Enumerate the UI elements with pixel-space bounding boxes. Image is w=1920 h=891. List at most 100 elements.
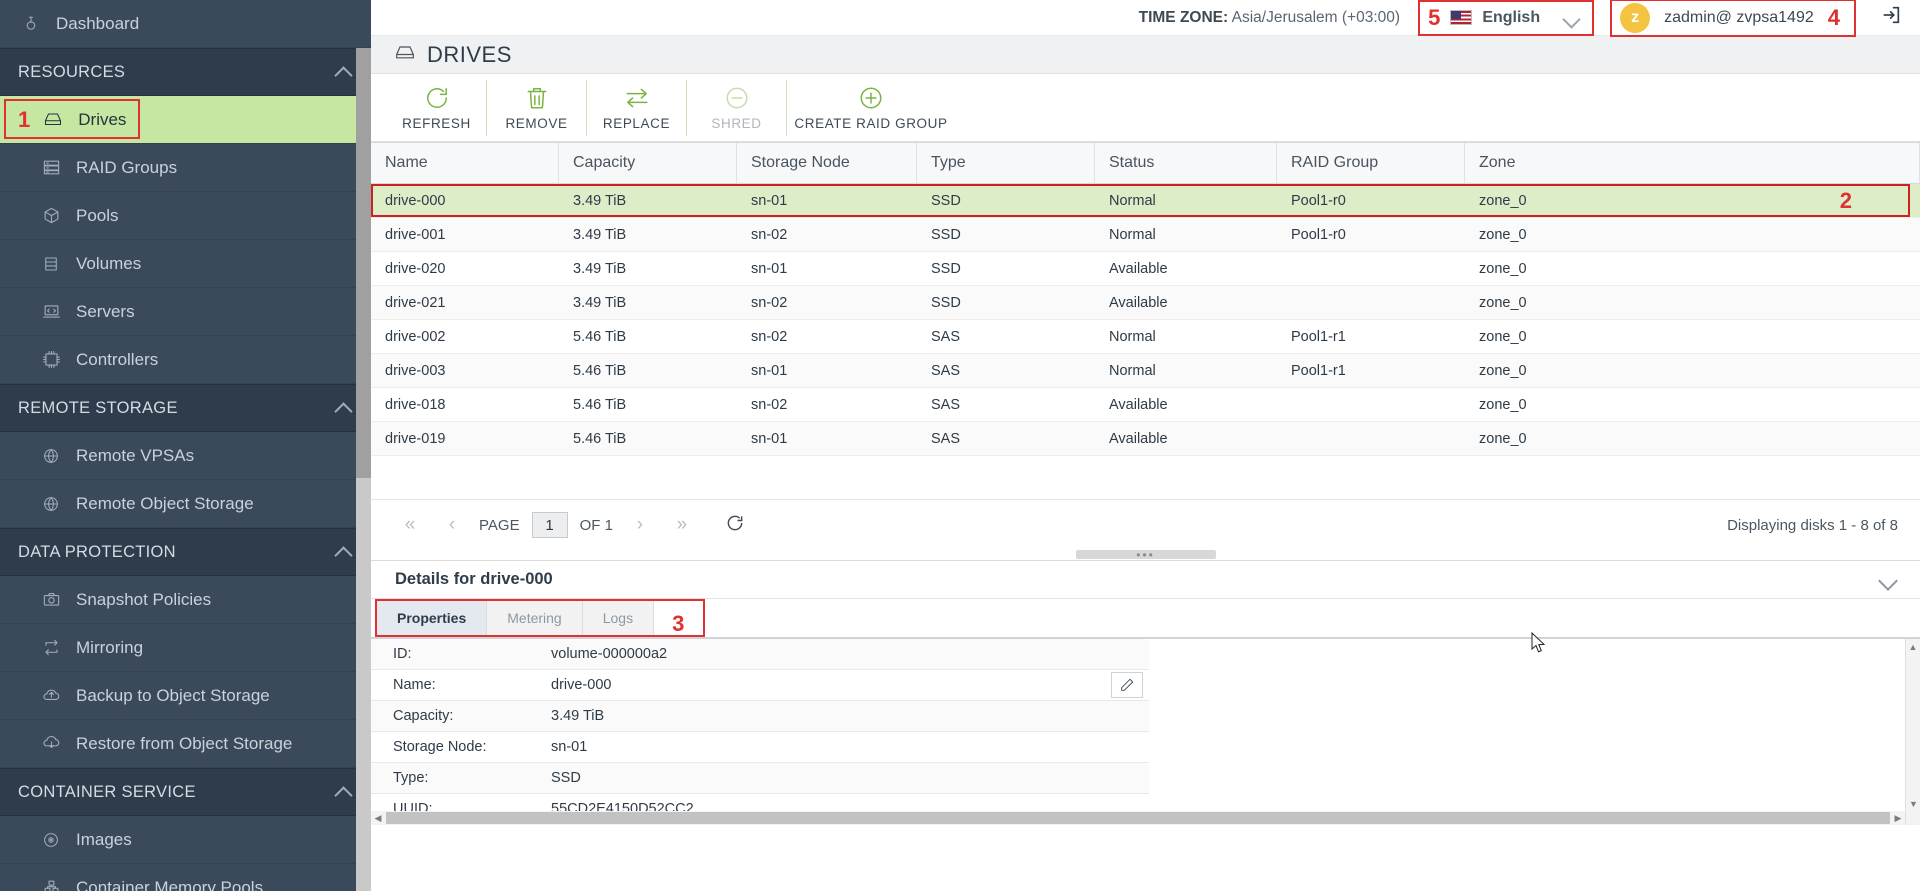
sidebar-scrollbar[interactable] [356,48,371,891]
sidebar-item-servers[interactable]: Servers [0,288,371,336]
toolbar-button-replace[interactable]: REPLACE [587,79,687,136]
cell-capacity: 3.49 TiB [573,226,627,243]
column-header-name[interactable]: Name [371,143,559,183]
sidebar-item-label: Restore from Object Storage [76,733,293,753]
table-row[interactable]: drive-001 3.49 TiB sn-02 SSD Normal Pool1-r0 z… [371,218,1920,252]
cell-zone: zone_0 [1479,226,1527,243]
scroll-up-icon[interactable]: ▲ [1906,639,1920,654]
toolbar-button-refresh[interactable]: REFRESH [387,79,487,136]
table-row[interactable]: drive-002 5.46 TiB sn-02 SAS Normal Pool1-r1 z… [371,320,1920,354]
language-label: English [1482,8,1541,26]
sidebar-group-label: CONTAINER SERVICE [18,782,196,801]
sidebar-group-remote-storage[interactable]: REMOTE STORAGE [0,384,371,432]
chevron-down-icon[interactable] [1880,574,1898,586]
language-selector[interactable]: 5 English [1418,0,1595,36]
refresh-icon[interactable] [725,513,745,538]
mirror-icon [38,638,64,658]
sidebar-item-remote-vpsas[interactable]: Remote VPSAs [0,432,371,480]
details-tabs-wrap: Properties Metering Logs 3 [371,599,1920,637]
cell-capacity: 3.49 TiB [573,260,627,277]
last-page-button[interactable]: » [661,508,703,542]
table-row[interactable]: drive-020 3.49 TiB sn-01 SSD Available zone_0 [371,252,1920,286]
annotation-3: 3 [672,611,685,636]
prev-page-button[interactable]: ‹ [431,508,473,542]
first-page-button[interactable]: « [389,508,431,542]
property-key: ID: [393,646,412,662]
cell-raid-group [1277,388,1465,421]
sidebar-item-container-memory-pools[interactable]: Container Memory Pools [0,864,371,891]
cell-capacity: 3.49 TiB [573,294,627,311]
edit-name-button[interactable] [1111,672,1143,698]
toolbar-button-create-raid-group[interactable]: CREATE RAID GROUP [787,80,955,136]
tab-metering[interactable]: Metering [487,601,583,635]
plus-circle-icon [858,85,884,111]
details-title: Details for drive-000 [395,570,553,588]
hscroll-thumb[interactable] [386,812,1890,824]
sidebar-item-images[interactable]: Images [0,816,371,864]
table-row[interactable]: drive-019 5.46 TiB sn-01 SAS Available zone_0 [371,422,1920,456]
panel-splitter[interactable]: ••• [371,549,1920,561]
sidebar-item-snapshot-policies[interactable]: Snapshot Policies [0,576,371,624]
scroll-left-icon[interactable]: ◀ [371,813,385,824]
globe-icon [38,494,64,514]
sidebar-group-container-service[interactable]: CONTAINER SERVICE [0,768,371,816]
properties-horizontal-scrollbar[interactable]: ◀ ▶ [371,811,1905,825]
sidebar-item-restore-from-object-storage[interactable]: Restore from Object Storage [0,720,371,768]
swap-icon [624,85,650,111]
sidebar-item-volumes[interactable]: Volumes [0,240,371,288]
tab-properties[interactable]: Properties [377,601,488,635]
raid-icon [38,158,64,178]
sidebar-item-remote-object-storage[interactable]: Remote Object Storage [0,480,371,528]
cell-zone: zone_0 [1479,396,1527,413]
user-menu[interactable]: z zadmin@ zvpsa1492 4 [1610,0,1856,37]
sidebar-item-pools[interactable]: Pools [0,192,371,240]
sidebar-group-resources[interactable]: RESOURCES [0,48,371,96]
tab-logs[interactable]: Logs [582,601,655,635]
sidebar-item-raid-groups[interactable]: RAID Groups [0,144,371,192]
table-row[interactable]: drive-021 3.49 TiB sn-02 SSD Available zone_0 [371,286,1920,320]
sidebar-item-controllers[interactable]: Controllers [0,336,371,384]
cube-icon [38,206,64,226]
cell-zone: zone_0 [1479,294,1527,311]
cell-name: drive-020 [385,260,446,277]
properties-vertical-scrollbar[interactable]: ▲ ▼ [1905,639,1920,825]
property-key: Capacity: [393,708,454,724]
mouse-cursor [1531,631,1547,659]
cell-status: Available [1109,260,1168,277]
cell-status: Available [1109,294,1168,311]
table-row[interactable]: drive-018 5.46 TiB sn-02 SAS Available zone_0 [371,388,1920,422]
sidebar-group-data-protection[interactable]: DATA PROTECTION [0,528,371,576]
sidebar-scrollbar-thumb[interactable] [356,48,371,478]
globe-icon [38,446,64,466]
table-row[interactable]: drive-000 3.49 TiB sn-01 SSD Normal Pool1-r0 z… [371,184,1920,218]
server-icon [38,302,64,322]
sidebar-item-label: Dashboard [56,13,140,33]
column-header-raid-group[interactable]: RAID Group [1277,143,1465,183]
sidebar-item-mirroring[interactable]: Mirroring [0,624,371,672]
cell-storage-node: sn-02 [751,226,788,243]
logout-icon[interactable] [1880,4,1902,31]
splitter-handle[interactable]: ••• [1075,549,1216,561]
column-header-type[interactable]: Type [917,143,1095,183]
column-header-zone[interactable]: Zone [1465,143,1920,183]
next-page-button[interactable]: › [619,508,661,542]
scroll-right-icon[interactable]: ▶ [1891,813,1905,824]
chevron-up-icon [335,786,353,798]
timezone-value: Asia/Jerusalem (+03:00) [1231,8,1401,26]
action-toolbar: REFRESH REMOVE REPLACE SHRED CREATE RAID GRO… [371,74,1920,142]
column-header-storage-node[interactable]: Storage Node [737,143,917,183]
cell-status: Normal [1109,192,1156,209]
sidebar-item-label: Controllers [76,349,159,369]
chevron-up-icon [335,402,353,414]
page-input[interactable] [531,512,568,538]
toolbar-button-remove[interactable]: REMOVE [487,79,587,136]
sidebar-item-backup-to-object-storage[interactable]: Backup to Object Storage [0,672,371,720]
scroll-down-icon[interactable]: ▼ [1906,796,1920,811]
column-header-capacity[interactable]: Capacity [559,143,737,183]
toolbar-button-shred[interactable]: SHRED [687,79,787,136]
sidebar-item-dashboard[interactable]: Dashboard [0,0,371,48]
annotation-5: 5 [1428,4,1441,30]
column-header-status[interactable]: Status [1095,143,1277,183]
sidebar-item-drives[interactable]: 1 Drives [0,96,371,144]
table-row[interactable]: drive-003 5.46 TiB sn-01 SAS Normal Pool1-r1 z… [371,354,1920,388]
